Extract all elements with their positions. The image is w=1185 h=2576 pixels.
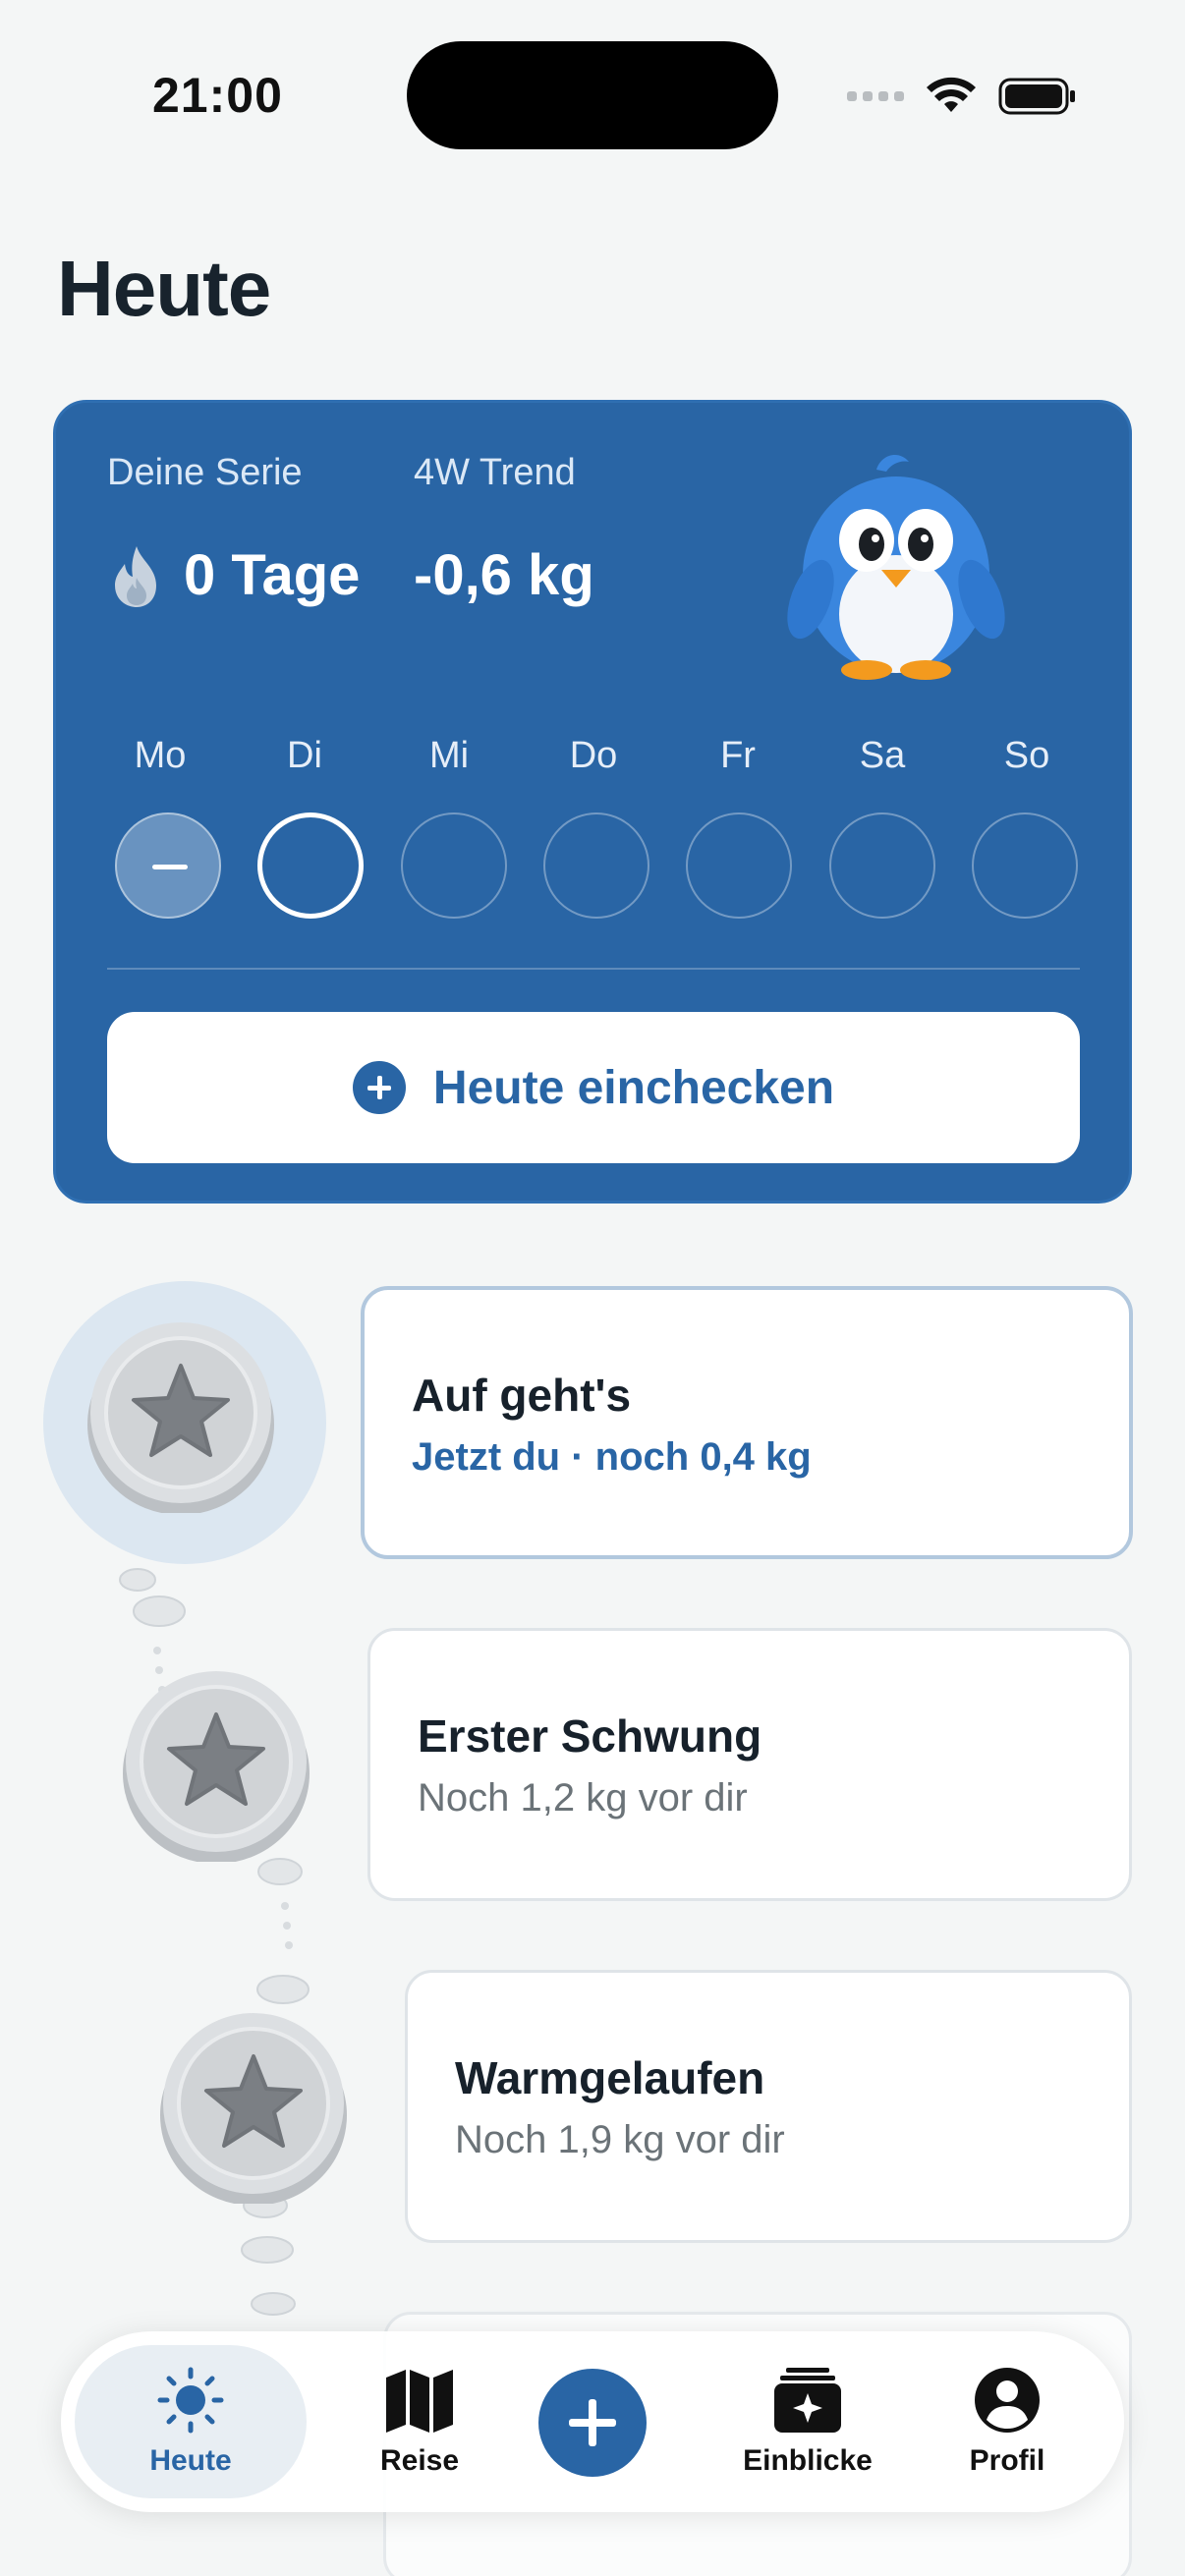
tab-heute[interactable]: Heute	[75, 2345, 307, 2498]
tab-label: Profil	[969, 2444, 1045, 2477]
page-title: Heute	[57, 245, 271, 332]
status-time: 21:00	[152, 68, 283, 123]
tab-einblicke[interactable]: Einblicke	[709, 2331, 906, 2512]
week-day-circles	[115, 812, 1078, 919]
flame-icon	[115, 546, 156, 607]
milestone-card[interactable]: Warmgelaufen Noch 1,9 kg vor dir	[405, 1970, 1132, 2243]
weekday-label: Do	[569, 735, 618, 776]
add-entry-button[interactable]	[538, 2369, 647, 2477]
tab-profil[interactable]: Profil	[926, 2331, 1089, 2512]
milestone-progress: Noch 1,9 kg vor dir	[455, 2118, 785, 2161]
day-circle-missed[interactable]	[115, 812, 221, 919]
tab-bar: Heute Reise Einblicke Profil	[61, 2331, 1124, 2512]
wifi-icon	[927, 77, 976, 112]
path-trail	[119, 1568, 310, 2316]
milestone-progress: Noch 1,2 kg vor dir	[418, 1776, 748, 1820]
sun-icon	[157, 2367, 224, 2434]
person-icon	[975, 2368, 1040, 2433]
day-circle-upcoming	[828, 812, 935, 919]
milestone-card[interactable]: Erster Schwung Noch 1,2 kg vor dir	[367, 1628, 1132, 1901]
milestone-title: Auf geht's	[412, 1370, 632, 1421]
streak-label: Deine Serie	[107, 452, 303, 493]
tab-label: Heute	[149, 2444, 232, 2477]
weekday-label: Fr	[720, 735, 756, 776]
weekday-labels: Mo Di Mi Do Fr Sa So	[107, 735, 1080, 777]
status-icons	[847, 69, 1077, 124]
battery-icon	[998, 78, 1075, 115]
checkin-button-label: Heute einchecken	[432, 1061, 835, 1114]
penguin-mascot-icon	[787, 455, 1005, 680]
milestone-star-coin[interactable]	[155, 2007, 352, 2204]
milestone-title: Erster Schwung	[418, 1710, 762, 1762]
streak-card: Deine Serie 4W Trend 0 Tage -0,6 kg Mo D…	[53, 400, 1132, 1204]
day-circle-today[interactable]	[257, 812, 365, 919]
plus-circle-icon	[352, 1061, 406, 1114]
weekday-label: So	[1003, 735, 1050, 776]
tab-label: Einblicke	[743, 2444, 873, 2477]
tab-label: Reise	[379, 2444, 460, 2477]
map-icon	[386, 2370, 453, 2433]
day-circle-upcoming	[971, 812, 1078, 919]
streak-days-value: 0 Tage	[184, 543, 361, 607]
weekday-label: Di	[287, 735, 322, 776]
divider	[107, 968, 1080, 970]
tab-reise[interactable]: Reise	[338, 2331, 501, 2512]
cellular-signal-icon	[847, 91, 904, 101]
day-circle-upcoming	[400, 812, 507, 919]
checkin-button[interactable]: Heute einchecken	[107, 1012, 1080, 1163]
day-circle-upcoming	[686, 812, 793, 919]
milestone-star-coin[interactable]	[118, 1665, 314, 1862]
trend-label: 4W Trend	[414, 452, 576, 493]
trend-value: -0,6 kg	[414, 543, 594, 607]
dynamic-island	[407, 41, 778, 149]
milestone-progress: Jetzt du · noch 0,4 kg	[412, 1435, 812, 1479]
weekday-label: Mi	[428, 735, 470, 776]
milestone-star-coin[interactable]	[83, 1316, 279, 1513]
weekday-label: Mo	[134, 735, 187, 776]
milestone-title: Warmgelaufen	[455, 2052, 765, 2103]
weekday-label: Sa	[859, 735, 906, 776]
status-bar: 21:00	[0, 0, 1185, 187]
milestone-card-active[interactable]: Auf geht's Jetzt du · noch 0,4 kg	[361, 1286, 1133, 1559]
day-circle-upcoming	[542, 812, 649, 919]
sparkle-stack-icon	[774, 2368, 841, 2433]
